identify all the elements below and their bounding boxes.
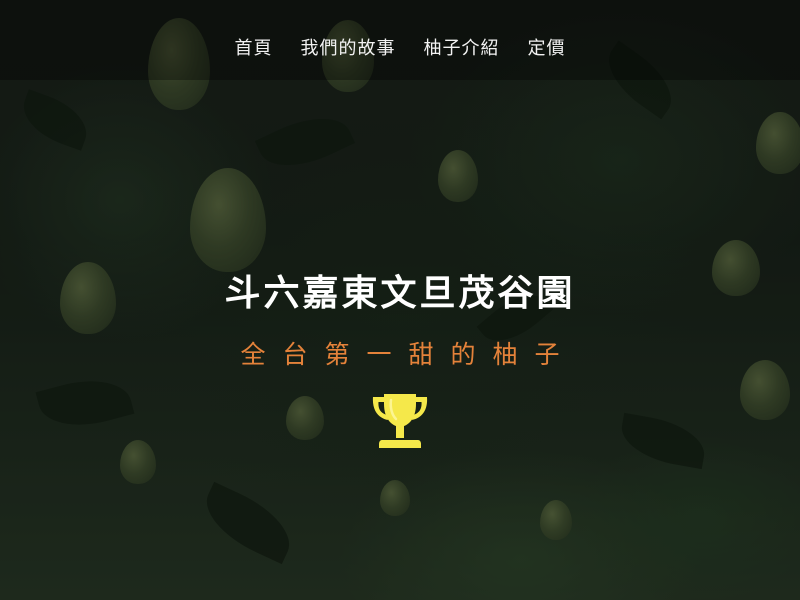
hero-title: 斗六嘉東文旦茂谷園 bbox=[224, 273, 576, 314]
nav-link-home[interactable]: 首頁 bbox=[235, 37, 273, 61]
top-nav-bar: 首頁 我們的故事 柚子介紹 定價 bbox=[0, 0, 800, 80]
nav-link-our-story[interactable]: 我們的故事 bbox=[301, 37, 396, 61]
nav-link-pricing[interactable]: 定價 bbox=[528, 37, 566, 61]
main-nav: 首頁 我們的故事 柚子介紹 定價 bbox=[235, 37, 566, 61]
nav-link-pomelo-intro[interactable]: 柚子介紹 bbox=[424, 37, 500, 61]
hero-subtitle: 全台第一甜的柚子 bbox=[240, 340, 577, 369]
hero-section: 首頁 我們的故事 柚子介紹 定價 斗六嘉東文旦茂谷園 全台第一甜的柚子 bbox=[0, 0, 800, 600]
trophy-icon bbox=[372, 394, 428, 448]
